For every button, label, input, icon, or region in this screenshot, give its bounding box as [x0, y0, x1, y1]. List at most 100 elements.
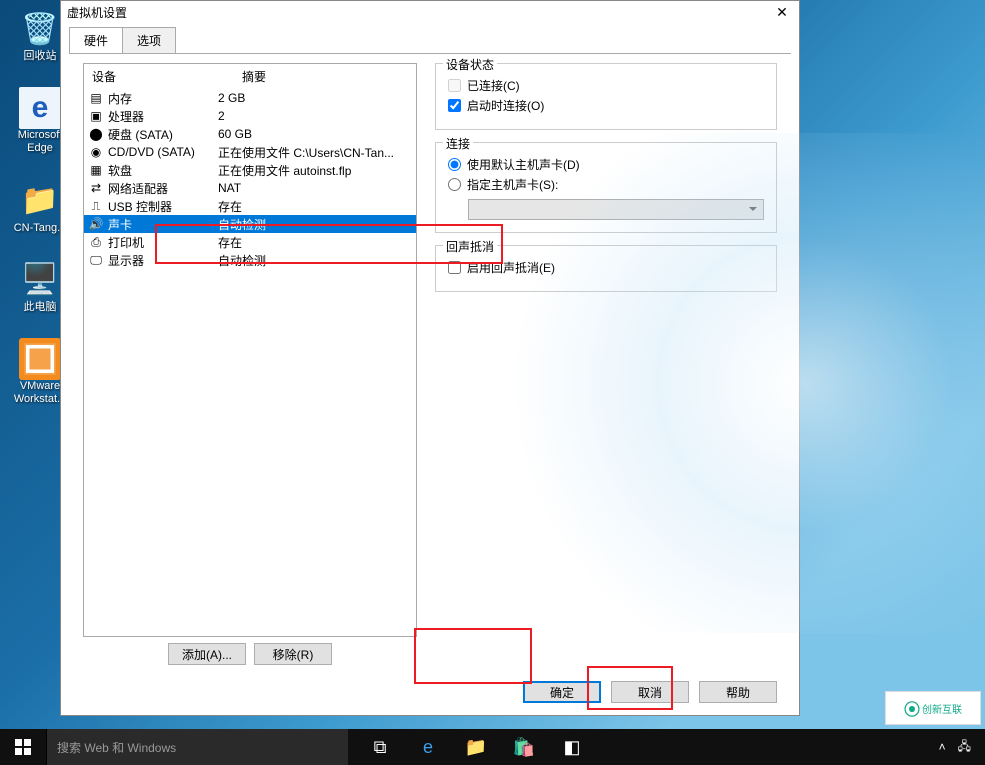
device-row-usb[interactable]: ⎍USB 控制器 存在 — [84, 197, 416, 215]
connect-poweron-label: 启动时连接(O) — [467, 97, 544, 114]
watermark: ⦿创新互联 — [885, 691, 981, 725]
list-header: 设备 摘要 — [84, 64, 416, 89]
device-name: 显示器 — [108, 252, 144, 269]
cd-icon: ◉ — [88, 144, 104, 160]
device-name: 打印机 — [108, 234, 144, 251]
dialog-footer: 确定 取消 帮助 — [61, 675, 799, 715]
tab-hardware[interactable]: 硬件 — [69, 27, 123, 53]
device-panel: 设备 摘要 ▤内存 2 GB ▣处理器 2 ⬤硬盘 (SATA) 60 GB ◉ CD/DVD… — [83, 63, 417, 665]
use-default-radio[interactable]: 使用默认主机声卡(D) — [448, 156, 764, 173]
vmware-task-icon[interactable]: ◧ — [548, 729, 596, 765]
device-summary: 存在 — [218, 234, 412, 251]
settings-panel: 设备状态 已连接(C) 启动时连接(O) 连接 使用默认主机声卡(D) 指定主机… — [435, 63, 777, 665]
taskview-icon[interactable]: ⧉ — [356, 729, 404, 765]
pc-icon: 🖥️ — [19, 259, 61, 301]
device-name: 软盘 — [108, 162, 132, 179]
dialog-body: 设备 摘要 ▤内存 2 GB ▣处理器 2 ⬤硬盘 (SATA) 60 GB ◉ CD/DVD… — [61, 53, 799, 675]
device-summary: 60 GB — [218, 127, 412, 141]
device-name: CD/DVD (SATA) — [108, 145, 195, 159]
device-row-mem[interactable]: ▤内存 2 GB — [84, 89, 416, 107]
device-row-disk[interactable]: ⬤硬盘 (SATA) 60 GB — [84, 125, 416, 143]
use-default-label: 使用默认主机声卡(D) — [467, 156, 580, 173]
device-row-sound[interactable]: 🔊声卡 自动检测 — [84, 215, 416, 233]
display-icon: 🖵 — [88, 252, 104, 268]
echo-check[interactable]: 启用回声抵消(E) — [448, 259, 764, 276]
this-pc-label: 此电脑 — [24, 301, 57, 314]
help-button[interactable]: 帮助 — [699, 681, 777, 703]
device-summary: 存在 — [218, 198, 412, 215]
desktop: 🗑️ 回收站 e Microsoft Edge 📁 CN-Tang... 🖥️ … — [0, 0, 985, 765]
user-folder-label: CN-Tang... — [14, 222, 67, 235]
device-buttons: 添加(A)... 移除(R) — [83, 643, 417, 665]
specify-radio[interactable]: 指定主机声卡(S): — [448, 176, 764, 193]
device-list[interactable]: 设备 摘要 ▤内存 2 GB ▣处理器 2 ⬤硬盘 (SATA) 60 GB ◉ CD/DVD… — [83, 63, 417, 637]
search-placeholder: 搜索 Web 和 Windows — [57, 739, 176, 756]
device-summary: NAT — [218, 181, 412, 195]
cpu-icon: ▣ — [88, 108, 104, 124]
device-summary: 2 — [218, 109, 412, 123]
edge-icon: e — [19, 87, 61, 129]
group-connection-title: 连接 — [443, 135, 473, 152]
group-status: 设备状态 已连接(C) 启动时连接(O) — [435, 63, 777, 130]
vm-settings-window: 虚拟机设置 ✕ 硬件 选项 设备 摘要 ▤内存 2 GB ▣处理器 2 ⬤硬盘 (SAT… — [60, 0, 800, 716]
echo-label: 启用回声抵消(E) — [467, 259, 555, 276]
device-name: 声卡 — [108, 216, 132, 233]
device-summary: 自动检测 — [218, 252, 412, 269]
taskbar-edge-icon[interactable]: e — [404, 729, 452, 765]
printer-icon: ⎙ — [88, 234, 104, 250]
task-items: ⧉ e 📁 🛍️ ◧ — [356, 729, 596, 765]
folder-icon: 📁 — [19, 180, 61, 222]
device-summary: 正在使用文件 C:\Users\CN-Tan... — [218, 144, 412, 161]
close-button[interactable]: ✕ — [771, 5, 793, 19]
ok-button[interactable]: 确定 — [523, 681, 601, 703]
col-summary: 摘要 — [242, 68, 266, 85]
device-summary: 2 GB — [218, 91, 412, 105]
device-row-net[interactable]: ⇄网络适配器NAT — [84, 179, 416, 197]
recycle-icon: 🗑️ — [19, 8, 61, 50]
group-status-title: 设备状态 — [443, 56, 497, 73]
device-name: 硬盘 (SATA) — [108, 126, 173, 143]
usb-icon: ⎍ — [88, 198, 104, 214]
window-title: 虚拟机设置 — [67, 4, 127, 21]
device-summary: 正在使用文件 autoinst.flp — [218, 162, 412, 179]
add-button[interactable]: 添加(A)... — [168, 643, 246, 665]
device-name: 处理器 — [108, 108, 144, 125]
device-row-cpu[interactable]: ▣处理器 2 — [84, 107, 416, 125]
recycle-label: 回收站 — [24, 50, 57, 63]
device-row-printer[interactable]: ⎙打印机 存在 — [84, 233, 416, 251]
host-soundcard-select[interactable] — [468, 199, 764, 220]
tabs: 硬件 选项 — [61, 23, 799, 53]
connected-label: 已连接(C) — [467, 77, 520, 94]
mem-icon: ▤ — [88, 90, 104, 106]
sound-icon: 🔊 — [88, 216, 104, 232]
disk-icon: ⬤ — [88, 126, 104, 142]
remove-button[interactable]: 移除(R) — [254, 643, 332, 665]
tray-chevron-icon[interactable]: ˄ — [939, 740, 946, 754]
device-name: 内存 — [108, 90, 132, 107]
net-icon: ⇄ — [88, 180, 104, 196]
tray[interactable]: ˄ 🖧 — [939, 737, 985, 758]
start-button[interactable] — [0, 729, 46, 765]
windows-icon — [15, 739, 31, 755]
search-box[interactable]: 搜索 Web 和 Windows — [46, 729, 348, 765]
vmware-icon — [19, 338, 61, 380]
cancel-button[interactable]: 取消 — [611, 681, 689, 703]
taskbar: 搜索 Web 和 Windows ⧉ e 📁 🛍️ ◧ ˄ 🖧 — [0, 729, 985, 765]
group-echo-title: 回声抵消 — [443, 238, 497, 255]
device-row-display[interactable]: 🖵显示器 自动检测 — [84, 251, 416, 269]
group-connection: 连接 使用默认主机声卡(D) 指定主机声卡(S): — [435, 142, 777, 233]
device-summary: 自动检测 — [218, 216, 412, 233]
group-echo: 回声抵消 启用回声抵消(E) — [435, 245, 777, 292]
tab-options[interactable]: 选项 — [122, 27, 176, 53]
device-name: USB 控制器 — [108, 198, 172, 215]
device-row-cd[interactable]: ◉ CD/DVD (SATA) 正在使用文件 C:\Users\CN-Tan... — [84, 143, 416, 161]
device-row-floppy[interactable]: ▦软盘 正在使用文件 autoinst.flp — [84, 161, 416, 179]
tray-network-icon[interactable]: 🖧 — [958, 737, 971, 758]
titlebar[interactable]: 虚拟机设置 ✕ — [61, 1, 799, 23]
store-icon[interactable]: 🛍️ — [500, 729, 548, 765]
col-device: 设备 — [92, 68, 242, 85]
floppy-icon: ▦ — [88, 162, 104, 178]
connected-check[interactable]: 已连接(C) — [448, 77, 764, 94]
explorer-icon[interactable]: 📁 — [452, 729, 500, 765]
connect-poweron-check[interactable]: 启动时连接(O) — [448, 97, 764, 114]
